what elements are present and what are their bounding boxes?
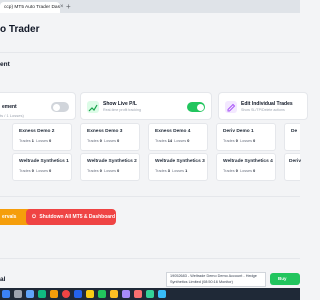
intervals-button-label: ervals xyxy=(2,214,17,220)
trending-up-icon xyxy=(87,101,99,113)
live-pl-toggle[interactable] xyxy=(187,102,205,112)
accounts-summary-label: ts / 1 Losses) xyxy=(0,113,24,118)
bottom-section-title: al xyxy=(0,276,6,283)
app-icon[interactable] xyxy=(134,290,142,298)
option-title: Edit Individual Trades xyxy=(241,101,293,107)
app-icon[interactable] xyxy=(122,290,130,298)
account-name: De xyxy=(291,129,298,134)
account-card[interactable]: Weltrade Synthetics 4 Trades 0 Losses 0 xyxy=(216,153,276,181)
app-icon[interactable] xyxy=(158,290,166,298)
header-divider xyxy=(0,52,300,53)
account-name: Exness Demo 3 xyxy=(87,129,123,134)
account-card[interactable]: Exness Demo 2 Trades 1 Losses 0 xyxy=(12,123,72,151)
option-card-live-pl: Show Live P/L Real-time profit tracking xyxy=(80,92,212,120)
account-stats: Trades 0 Losses 0 xyxy=(223,139,256,143)
account-name: Exness Demo 4 xyxy=(155,129,191,134)
account-stats: Trades 0 Losses 0 xyxy=(87,139,120,143)
account-stats: Trades 14 Losses 0 xyxy=(155,139,190,143)
account-stats: Trades 0 Losses 0 xyxy=(223,169,256,173)
account-card[interactable]: Weltrade Synthetics 1 Trades 0 Losses 0 xyxy=(12,153,72,181)
tooltip-line: 19052683 - Weltrade Demo Demo Account - … xyxy=(170,274,257,278)
toggle-knob xyxy=(196,103,204,111)
account-stats: Trades 3 Losses 1 xyxy=(155,169,188,173)
account-name: Weltrade Synthetics 2 xyxy=(87,159,137,164)
account-card[interactable]: Weltrade Synthetics 3 Trades 3 Losses 1 xyxy=(148,153,208,181)
file-explorer-icon[interactable] xyxy=(50,290,58,298)
account-name: Weltrade Synthetics 1 xyxy=(19,159,69,164)
task-view-icon[interactable] xyxy=(26,290,34,298)
tooltip-line: Synthetics Limited (08:50:16 Monitor) xyxy=(170,279,233,284)
chrome-icon[interactable] xyxy=(62,290,70,298)
account-card[interactable]: Exness Demo 4 Trades 14 Losses 0 xyxy=(148,123,208,151)
edit-pencil-icon xyxy=(225,101,237,113)
account-name: Deriv Demo 1 xyxy=(223,129,254,134)
option-description: Show SL/TP/Delete actions xyxy=(241,108,285,112)
account-card[interactable]: Deriv Demo 1 Trades 0 Losses 0 xyxy=(216,123,276,151)
edge-browser-icon[interactable] xyxy=(38,290,46,298)
account-stats: Trades 0 Losses 0 xyxy=(87,169,120,173)
windows-start-icon[interactable] xyxy=(2,290,10,298)
account-name: Weltrade Synthetics 3 xyxy=(155,159,205,164)
section-divider xyxy=(0,258,300,259)
account-card[interactable]: Exness Demo 3 Trades 0 Losses 0 xyxy=(80,123,140,151)
account-stats: Trades 0 Losses 0 xyxy=(19,169,52,173)
search-icon[interactable] xyxy=(14,290,22,298)
new-tab-icon[interactable]: + xyxy=(66,2,74,13)
shutdown-button-label: Shutdown All MT5 & Dashboard xyxy=(39,214,116,220)
browser-tab[interactable]: ccp) MT5 Auto Trader Das xyxy=(0,2,60,13)
buy-button[interactable]: Buy xyxy=(270,273,300,285)
app-icon[interactable] xyxy=(146,290,154,298)
account-card[interactable]: De xyxy=(284,123,300,151)
option-title: ement xyxy=(2,104,17,110)
account-card[interactable]: Deriv xyxy=(284,153,301,181)
account-stats: Trades 1 Losses 0 xyxy=(19,139,52,143)
vscode-icon[interactable] xyxy=(74,290,82,298)
account-card[interactable]: Weltrade Synthetics 2 Trades 0 Losses 0 xyxy=(80,153,140,181)
shutdown-all-button[interactable]: ⏻ Shutdown All MT5 & Dashboard xyxy=(26,209,116,225)
option-title: Show Live P/L xyxy=(103,101,137,107)
account-name: Exness Demo 2 xyxy=(19,129,55,134)
power-icon: ⏻ xyxy=(32,214,36,220)
account-name: Deriv xyxy=(289,159,301,164)
os-taskbar xyxy=(0,288,300,300)
settings-section-title: ent xyxy=(0,61,10,68)
account-tooltip: 19052683 - Weltrade Demo Demo Account - … xyxy=(166,272,266,287)
page-title: o Trader xyxy=(0,24,40,35)
option-description: Real-time profit tracking xyxy=(103,108,141,112)
actions-divider xyxy=(0,196,300,197)
app-icon[interactable] xyxy=(98,290,106,298)
browser-tab-strip: ccp) MT5 Auto Trader Das × + xyxy=(0,0,300,13)
management-toggle[interactable] xyxy=(51,102,69,112)
option-card-edit-trades: Edit Individual Trades Show SL/TP/Delete… xyxy=(218,92,308,120)
account-name: Weltrade Synthetics 4 xyxy=(223,159,273,164)
toggle-knob xyxy=(52,103,60,111)
app-icon[interactable] xyxy=(110,290,118,298)
buy-button-label: Buy xyxy=(278,276,287,281)
app-icon[interactable] xyxy=(86,290,94,298)
